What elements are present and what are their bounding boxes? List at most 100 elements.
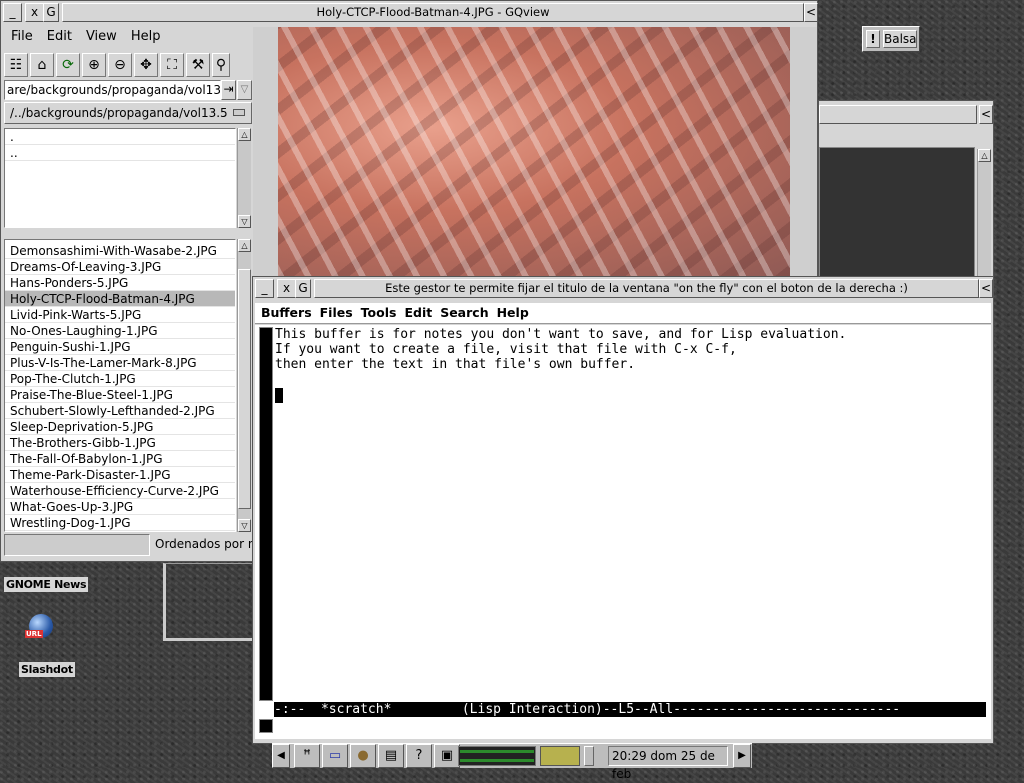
grab-button[interactable]: G	[295, 279, 311, 298]
gnome-foot-icon[interactable]: ꟸ	[294, 744, 320, 768]
sort-status[interactable]: Ordenados por n	[155, 537, 255, 551]
shade-button[interactable]: <	[804, 3, 818, 22]
gnome-panel: ◀ ꟸ ▭ ● ▤ ? ▣ 20:29 dom 25 de feb ▶	[272, 743, 752, 781]
file-list-item[interactable]: Theme-Park-Disaster-1.JPG	[5, 467, 235, 483]
menu-help[interactable]: Help	[131, 29, 161, 44]
menu-search[interactable]: Search	[440, 305, 488, 320]
file-list-item[interactable]: Schubert-Slowly-Lefthanded-2.JPG	[5, 403, 235, 419]
file-list-item[interactable]: Holy-CTCP-Flood-Batman-4.JPG	[5, 291, 235, 307]
menu-help[interactable]: Help	[497, 305, 529, 320]
thumbnails-icon[interactable]: ☷	[4, 53, 28, 77]
refresh-icon[interactable]: ⟳	[56, 53, 80, 77]
window-title[interactable]: Este gestor te permite fijar el titulo d…	[314, 279, 979, 298]
scroll-thumb[interactable]	[238, 269, 251, 509]
grab-button[interactable]: G	[43, 3, 59, 22]
fullscreen-icon[interactable]: ⛶	[160, 53, 184, 77]
balsa-launcher[interactable]: ! Balsa	[862, 26, 920, 52]
scroll-down-icon[interactable]: ▽	[238, 519, 251, 532]
file-list-item[interactable]: Plus-V-Is-The-Lamer-Mark-8.JPG	[5, 355, 235, 371]
file-list-item[interactable]: Livid-Pink-Warts-5.JPG	[5, 307, 235, 323]
balsa-icon: !	[866, 30, 880, 48]
scroll-up-icon[interactable]: △	[238, 239, 251, 252]
go-arrow-icon[interactable]: ⇥	[221, 80, 236, 100]
file-list-item[interactable]: Waterhouse-Efficiency-Curve-2.JPG	[5, 483, 235, 499]
menu-view[interactable]: View	[86, 29, 117, 44]
emacs-text-area[interactable]: This buffer is for notes you don't want …	[255, 325, 991, 739]
menu-files[interactable]: Files	[320, 305, 353, 320]
window-title[interactable]: Holy-CTCP-Flood-Batman-4.JPG - GQview	[62, 3, 804, 22]
text-line: If you want to create a file, visit that…	[275, 342, 737, 357]
path-entry[interactable]: are/backgrounds/propaganda/vol13.5	[4, 80, 221, 100]
help-icon[interactable]: ?	[406, 744, 432, 768]
file-list-item[interactable]: The-Brothers-Gibb-1.JPG	[5, 435, 235, 451]
panel-hide-right-icon[interactable]: ▶	[733, 744, 751, 768]
file-list-item[interactable]: What-Goes-Up-3.JPG	[5, 499, 235, 515]
partial-window	[163, 563, 255, 641]
menu-edit[interactable]: Edit	[404, 305, 432, 320]
zoom-in-icon[interactable]: ⊕	[82, 53, 106, 77]
desktop-pager[interactable]	[540, 746, 580, 766]
scroll-up-icon[interactable]: △	[238, 128, 251, 141]
path-combo[interactable]: /../backgrounds/propaganda/vol13.5	[4, 102, 252, 124]
file-list-item[interactable]: Demonsashimi-With-Wasabe-2.JPG	[5, 243, 235, 259]
file-scrollbar[interactable]: △ ▽	[237, 239, 251, 532]
home-icon[interactable]: ⌂	[30, 53, 54, 77]
scroll-up-icon[interactable]: △	[978, 149, 991, 162]
shade-button[interactable]: <	[979, 105, 993, 124]
text-line: then enter the text in that file's own b…	[275, 357, 636, 372]
emacs-window: _ x G Este gestor te permite fijar el ti…	[252, 276, 994, 744]
background-window: < △	[818, 100, 994, 280]
file-list-item[interactable]: Pop-The-Clutch-1.JPG	[5, 371, 235, 387]
file-list-item[interactable]: Wrestling-Dog-1.JPG	[5, 515, 235, 531]
pin-icon[interactable]: ⚲	[212, 53, 230, 77]
shade-button[interactable]: <	[979, 279, 993, 298]
list-item[interactable]: .	[5, 129, 235, 145]
emacs-scrollbar[interactable]	[259, 327, 273, 701]
menu-edit[interactable]: Edit	[47, 29, 72, 44]
wallpaper-image	[278, 27, 790, 277]
file-list-item[interactable]: No-Ones-Laughing-1.JPG	[5, 323, 235, 339]
zoom-out-icon[interactable]: ⊖	[108, 53, 132, 77]
tasklist-handle[interactable]	[584, 746, 594, 766]
tools-icon[interactable]: ⚒	[186, 53, 210, 77]
background-window-title[interactable]	[819, 105, 977, 124]
file-list: Demonsashimi-With-Wasabe-2.JPG Dreams-Of-…	[4, 239, 236, 532]
terminal-icon[interactable]: ▤	[378, 744, 404, 768]
dir-scrollbar[interactable]: △ ▽	[237, 128, 251, 228]
panel-hide-left-icon[interactable]: ◀	[272, 744, 290, 768]
background-window-panel	[819, 147, 975, 277]
globe-url-icon[interactable]: URL	[25, 612, 57, 642]
minimize-button[interactable]: _	[3, 3, 22, 22]
balloon-icon[interactable]: ●	[350, 744, 376, 768]
menu-tools[interactable]: Tools	[361, 305, 397, 320]
cpu-load-meter	[458, 746, 536, 766]
file-list-item[interactable]: Hans-Ponders-5.JPG	[5, 275, 235, 291]
clock[interactable]: 20:29 dom 25 de feb	[608, 746, 728, 781]
balsa-label: Balsa	[883, 30, 917, 48]
background-scrollbar[interactable]: △	[977, 149, 991, 279]
monitor-icon[interactable]: ▭	[322, 744, 348, 768]
status-left	[4, 534, 150, 556]
package-icon[interactable]: ▣	[434, 744, 460, 768]
text-cursor	[275, 388, 283, 403]
scroll-down-icon[interactable]: ▽	[238, 215, 251, 228]
close-button[interactable]: x	[277, 279, 296, 298]
zoom-fit-icon[interactable]: ✥	[134, 53, 158, 77]
path-combo-label: /../backgrounds/propaganda/vol13.5	[10, 106, 228, 120]
slashdot-label[interactable]: Slashdot	[19, 662, 75, 677]
menu-file[interactable]: File	[11, 29, 33, 44]
gnome-news-label[interactable]: GNOME News	[4, 577, 89, 592]
minibuffer-scroll[interactable]	[259, 719, 273, 733]
menu-buffers[interactable]: Buffers	[261, 305, 312, 320]
close-button[interactable]: x	[25, 3, 44, 22]
history-dropdown-icon[interactable]: ▽	[237, 80, 252, 100]
file-list-item[interactable]: Praise-The-Blue-Steel-1.JPG	[5, 387, 235, 403]
file-list-item[interactable]: Sleep-Deprivation-5.JPG	[5, 419, 235, 435]
minimize-button[interactable]: _	[255, 279, 274, 298]
file-list-item[interactable]: The-Fall-Of-Babylon-1.JPG	[5, 451, 235, 467]
dir-list: . ..	[4, 128, 236, 228]
file-list-item[interactable]: Dreams-Of-Leaving-3.JPG	[5, 259, 235, 275]
combo-indicator-icon	[233, 109, 245, 116]
file-list-item[interactable]: Penguin-Sushi-1.JPG	[5, 339, 235, 355]
list-item[interactable]: ..	[5, 145, 235, 161]
